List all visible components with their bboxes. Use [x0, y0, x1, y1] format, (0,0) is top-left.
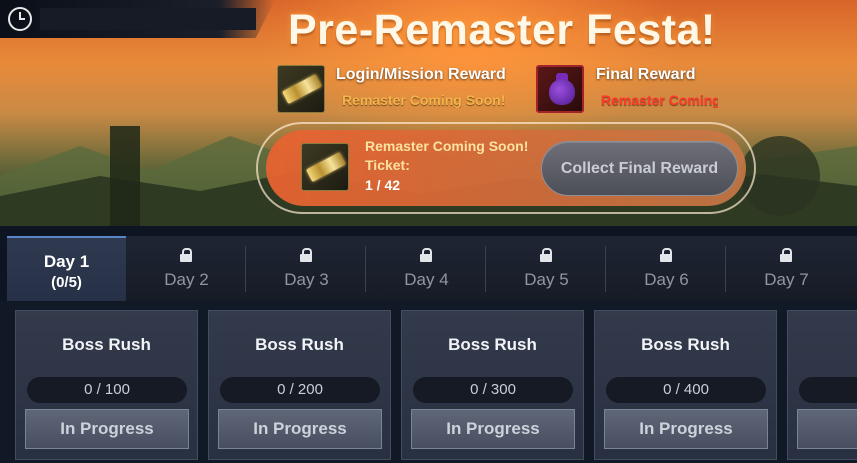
mission-progress	[799, 377, 857, 403]
ticket-name-line2: Ticket:	[365, 157, 410, 173]
final-reward-subtitle: Remaster Coming Soon!	[601, 92, 718, 108]
mission-progress: 0 / 100	[27, 377, 187, 403]
tab-label: Day 3	[284, 270, 329, 289]
window-title-placeholder	[40, 8, 256, 30]
mission-title: Boss Rush	[255, 335, 344, 354]
collect-final-reward-button[interactable]: Collect Final Reward	[541, 141, 738, 196]
in-progress-button[interactable]: In Progress	[411, 409, 575, 449]
event-banner: Pre-Remaster Festa! Login/Mission Reward…	[0, 0, 857, 226]
mission-card: Boss Rush 0 / 300 In Progress	[401, 310, 584, 460]
in-progress-button[interactable]: In Progress	[25, 409, 189, 449]
tab-label: Day 4	[404, 270, 449, 289]
tab-day-2[interactable]: Day 2	[127, 236, 246, 301]
mission-card: Boss Rush 0 / 100 In Progress	[15, 310, 198, 460]
in-progress-button[interactable]: In Progress	[218, 409, 382, 449]
lock-icon	[180, 248, 192, 262]
lock-icon	[660, 248, 672, 262]
mission-progress: 0 / 300	[413, 377, 573, 403]
tab-label: Day 1	[43, 252, 90, 271]
ticket-count: 1 / 42	[365, 177, 401, 193]
mission-title: Boss Rush	[641, 335, 730, 354]
final-reward-label: Final Reward	[596, 66, 696, 83]
clock-icon[interactable]	[8, 7, 32, 31]
gold-ticket-icon	[277, 65, 325, 113]
login-reward-label: Login/Mission Reward	[336, 66, 506, 83]
mission-card: Boss Rush 0 / 400 In Progress	[594, 310, 777, 460]
login-reward-subtitle: Remaster Coming Soon!	[342, 92, 506, 108]
tab-day-6[interactable]: Day 6	[607, 236, 726, 301]
tab-label: Day 5	[524, 270, 569, 289]
mission-progress: 0 / 200	[220, 377, 380, 403]
mission-title: Boss Rush	[448, 335, 537, 354]
lock-icon	[300, 248, 312, 262]
lock-icon	[780, 248, 792, 262]
lock-icon	[420, 248, 432, 262]
tab-day-4[interactable]: Day 4	[367, 236, 486, 301]
purple-pouch-icon	[536, 65, 584, 113]
mission-list: Boss Rush 0 / 100 In Progress Boss Rush …	[0, 301, 857, 463]
mission-title: Boss Rush	[62, 335, 151, 354]
ticket-name: Remaster Coming Soon!	[365, 138, 529, 154]
tab-day-1[interactable]: Day 1 (0/5)	[7, 236, 126, 301]
day-tabs: Day 1 (0/5) Day 2 Day 3 Day 4 Day 5 Day …	[7, 236, 857, 301]
tab-label: Day 6	[644, 270, 689, 289]
gold-ticket-icon	[301, 143, 349, 191]
in-progress-button[interactable]: .	[797, 409, 857, 449]
tab-day-7[interactable]: Day 7	[727, 236, 846, 301]
lock-icon	[540, 248, 552, 262]
tab-label: Day 2	[164, 270, 209, 289]
mission-card: Boss Rush 0 / 200 In Progress	[208, 310, 391, 460]
tab-progress: (0/5)	[51, 274, 82, 291]
mission-progress: 0 / 400	[606, 377, 766, 403]
event-title: Pre-Remaster Festa!	[288, 6, 716, 54]
mission-card-partial: .	[787, 310, 857, 460]
in-progress-button[interactable]: In Progress	[604, 409, 768, 449]
tab-label: Day 7	[764, 270, 809, 289]
tab-day-5[interactable]: Day 5	[487, 236, 606, 301]
tab-day-3[interactable]: Day 3	[247, 236, 366, 301]
